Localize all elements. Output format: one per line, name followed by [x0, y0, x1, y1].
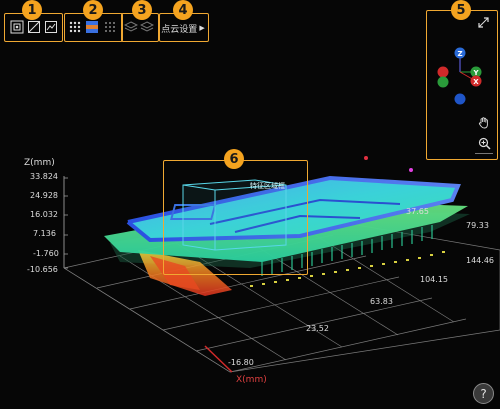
y-tick-label: 79.33 — [466, 221, 489, 230]
points-view-icon[interactable] — [68, 20, 82, 34]
zoom-underline — [475, 153, 493, 154]
orientation-gizmo[interactable]: Z Y X — [434, 44, 490, 108]
marker-red — [364, 156, 368, 160]
x-axis-title: X(mm) — [236, 375, 267, 385]
layer-down-icon[interactable] — [140, 20, 154, 34]
zoom-icon[interactable] — [478, 137, 491, 150]
pan-hand-icon[interactable] — [478, 116, 491, 129]
fullscreen-icon[interactable] — [478, 17, 489, 28]
z-tick-label: 24.928 — [30, 191, 58, 200]
callout-6: 6 — [224, 149, 244, 169]
callout-4: 4 — [173, 0, 193, 20]
callout-3: 3 — [132, 0, 152, 20]
z-tick-label: 16.032 — [30, 210, 58, 219]
gizmo-x-label: X — [473, 78, 479, 86]
x-tick-label: 144.46 — [466, 256, 494, 265]
z-tick-label: -1.760 — [33, 249, 59, 258]
callout-2: 2 — [83, 0, 103, 20]
z-tick-label: 7.136 — [33, 229, 56, 238]
surface-view-icon[interactable] — [44, 20, 58, 34]
fit-view-icon[interactable] — [10, 20, 24, 34]
color-points-view-icon[interactable] — [85, 20, 99, 34]
z-axis-ticks — [64, 177, 68, 269]
help-button[interactable]: ? — [473, 383, 494, 404]
x-tick-label: -16.80 — [228, 358, 254, 367]
point-cloud-settings-label: 点云设置 — [161, 24, 198, 35]
z-tick-label: 33.824 — [30, 172, 58, 181]
callout-1: 1 — [22, 0, 42, 20]
slice-view-icon[interactable] — [27, 20, 41, 34]
z-axis-title: Z(mm) — [24, 158, 55, 168]
x-tick-label: 63.83 — [370, 297, 393, 306]
y-tick-label: 37.65 — [406, 207, 429, 216]
z-tick-label: -10.656 — [27, 265, 58, 274]
callout-5: 5 — [451, 0, 471, 20]
caret-right-icon: ▶ — [199, 24, 205, 32]
roi-label: 特征区域框 — [250, 182, 285, 190]
x-tick-label: 23.52 — [306, 324, 329, 333]
gizmo-z-label: Z — [457, 50, 462, 58]
x-tick-label: 104.15 — [420, 275, 448, 284]
roi-highlight-frame — [163, 160, 308, 275]
gizmo-y-label: Y — [472, 69, 479, 77]
marker-magenta — [409, 168, 413, 172]
grid-points-view-icon[interactable] — [103, 20, 117, 34]
layer-up-icon[interactable] — [124, 20, 138, 34]
